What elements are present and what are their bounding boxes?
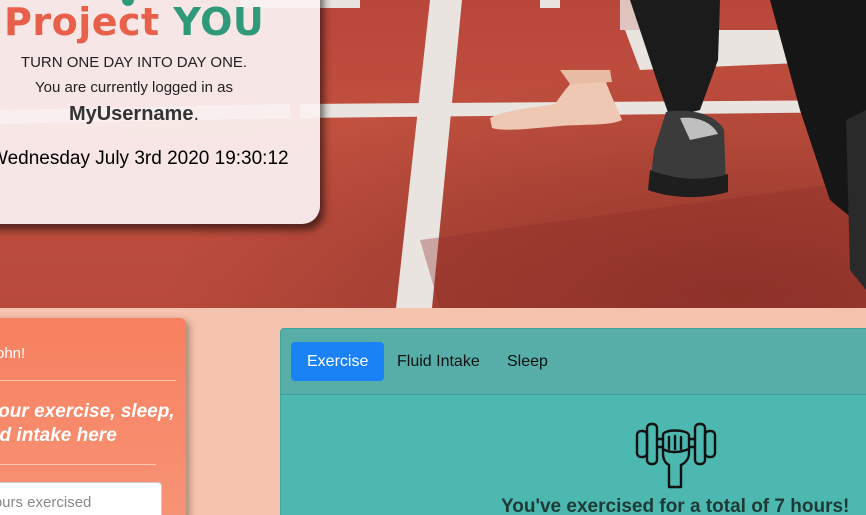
hours-exercised-input[interactable] (0, 482, 162, 515)
greeting-text: Hi, John! (0, 345, 26, 362)
tab-fluid-intake[interactable]: Fluid Intake (381, 342, 496, 381)
exercise-summary: You've exercised for a total of 7 hours! (501, 496, 850, 515)
logo-word-project: Project (4, 0, 160, 44)
dumbbell-icon (635, 422, 717, 489)
divider (0, 464, 156, 465)
tracker-intro-card: Hi, John! Track your exercise, sleep, an… (0, 318, 186, 515)
logged-in-text: You are currently logged in as (0, 79, 268, 96)
tracker-panel: Exercise Fluid Intake Sleep You've exerc… (280, 328, 866, 515)
tagline: TURN ONE DAY INTO DAY ONE. (20, 54, 248, 71)
divider (0, 380, 176, 381)
project-you-logo: Project YOU (4, 0, 274, 48)
tracker-tabs: Exercise Fluid Intake Sleep (281, 329, 866, 395)
tab-sleep[interactable]: Sleep (491, 342, 564, 381)
logo-word-you: YOU (173, 0, 265, 44)
logged-in-prefix: You are currently logged in as (35, 79, 233, 96)
username: MyUsername (68, 103, 194, 125)
tab-exercise[interactable]: Exercise (291, 342, 385, 381)
username-suffix: . (193, 103, 200, 125)
welcome-card: Project YOU TURN ONE DAY INTO DAY ONE. Y… (0, 0, 320, 224)
username-line: MyUsername. (0, 103, 268, 126)
current-datetime: Wednesday July 3rd 2020 19:30:12 (0, 148, 289, 169)
tracker-intro-heading: Track your exercise, sleep, and fluid in… (0, 401, 175, 446)
